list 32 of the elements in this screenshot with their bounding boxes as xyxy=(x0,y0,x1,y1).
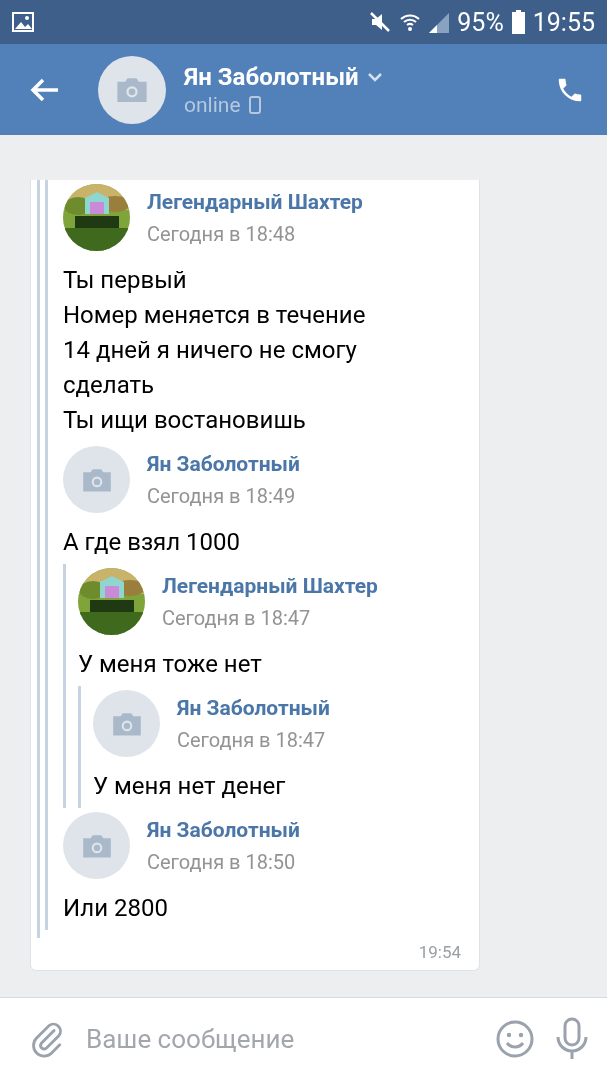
battery-percent: 95% xyxy=(457,7,504,37)
author-name[interactable]: Ян Заболотный xyxy=(147,451,300,476)
smiley-icon[interactable] xyxy=(495,1019,535,1059)
message-text: Ты первый Номер меняется в течение 14 дней я ничего не смогу сделать Ты ищи востановишь xyxy=(63,265,367,436)
wifi-icon xyxy=(399,11,422,33)
online-status: online xyxy=(184,92,241,117)
phone-device-icon xyxy=(248,95,261,114)
clock: 19:55 xyxy=(532,7,595,37)
mute-icon xyxy=(369,11,392,33)
paperclip-icon[interactable] xyxy=(30,1020,64,1058)
author-name[interactable]: Легендарный Шахтер xyxy=(147,189,363,214)
signal-icon xyxy=(429,11,450,33)
chevron-down-icon[interactable] xyxy=(366,71,383,82)
message-time: Сегодня в 18:48 xyxy=(147,221,297,246)
author-name[interactable]: Легендарный Шахтер xyxy=(162,573,378,598)
message-text: Или 2800 xyxy=(63,893,169,924)
back-icon[interactable] xyxy=(30,76,60,103)
message-text: У меня тоже нет xyxy=(78,649,263,680)
author-name[interactable]: Ян Заболотный xyxy=(177,695,330,720)
message-time: Сегодня в 18:47 xyxy=(177,727,327,752)
camera-icon xyxy=(114,76,150,103)
microphone-icon[interactable] xyxy=(555,1017,589,1061)
sent-time: 19:54 xyxy=(418,942,461,962)
message-time: Сегодня в 18:47 xyxy=(162,605,312,630)
message-text: У меня нет денег xyxy=(93,771,287,802)
image-icon xyxy=(12,12,34,32)
message-time: Сегодня в 18:50 xyxy=(147,849,297,874)
contact-name[interactable]: Ян Заболотный xyxy=(184,62,359,91)
battery-icon xyxy=(511,10,525,34)
author-name[interactable]: Ян Заболотный xyxy=(147,817,300,842)
message-time: Сегодня в 18:49 xyxy=(147,483,297,508)
message-text: А где взял 1000 xyxy=(63,527,242,558)
